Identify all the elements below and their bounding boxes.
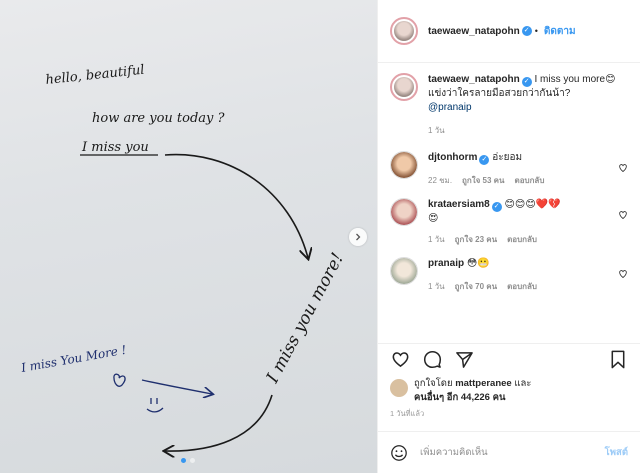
handwriting-line-2: how are you today ?	[92, 111, 226, 126]
comment-item: djtonhorm ✓ อ่ะยอม 22 ชม. ถูกใจ 53 คน ตอบ…	[390, 151, 628, 188]
like-comment-heart-icon[interactable]	[618, 269, 628, 279]
liker-avatar[interactable]	[390, 379, 408, 397]
commenter-avatar[interactable]	[390, 257, 418, 285]
comment-username[interactable]: krataersiam8	[428, 199, 490, 210]
comment-age: 22 ชม.	[428, 176, 453, 185]
caption-age: 1 วัน	[428, 126, 445, 135]
owner-avatar[interactable]	[390, 17, 418, 45]
post-timestamp: 1 วันที่แล้ว	[390, 409, 425, 418]
bookmark-icon	[611, 350, 625, 369]
like-comment-heart-icon[interactable]	[618, 163, 628, 173]
emoji-icon[interactable]	[390, 444, 408, 462]
comment-likes[interactable]: ถูกใจ 53 คน	[462, 174, 504, 188]
reply-button[interactable]: ตอบกลับ	[507, 233, 537, 247]
like-button[interactable]	[390, 350, 410, 370]
comment-text: 😳😬	[466, 258, 490, 269]
smiley-doodle	[146, 398, 164, 413]
handwriting-drawing: hello, beautiful how are you today ? I m…	[19, 63, 348, 473]
caption-text-thai: แข่งว่าใครลายมือสวยกว่ากันน้า?	[428, 88, 571, 99]
arrow-stroke-2	[165, 394, 273, 451]
caption-mention[interactable]: @pranaip	[428, 102, 472, 113]
post-comment-button[interactable]: โพสต์	[605, 445, 628, 460]
post-media[interactable]: hello, beautiful how are you today ? I m…	[0, 0, 377, 473]
paper-plane-icon	[455, 352, 473, 368]
liker-username[interactable]: mattperanee	[455, 378, 512, 389]
heart-icon	[392, 352, 408, 368]
likes-others-link[interactable]: คนอื่นๆ อีก 44,226 คน	[414, 392, 505, 403]
next-image-button[interactable]	[349, 228, 367, 246]
likes-prefix: ถูกใจโดย	[414, 378, 453, 389]
verified-icon: ✓	[521, 77, 532, 87]
caption-username[interactable]: taewaew_natapohn	[428, 74, 520, 85]
like-comment-heart-icon[interactable]	[618, 210, 628, 220]
commenter-avatar[interactable]	[390, 151, 418, 179]
add-comment-bar: เพิ่มความคิดเห็น โพสต์	[378, 431, 640, 473]
carousel-dots	[181, 458, 195, 463]
verified-icon: ✓	[491, 202, 502, 212]
comment-username[interactable]: djtonhorm	[428, 152, 477, 163]
comments-list: taewaew_natapohn ✓ I miss you more😊แข่งว่…	[378, 63, 640, 343]
chevron-right-icon	[356, 233, 361, 241]
commenter-avatar[interactable]	[390, 198, 418, 226]
post-panel: taewaew_natapohn ✓ • ติดตาม taewaew_nata…	[377, 0, 640, 473]
handwriting-line-3: I miss you	[81, 140, 149, 155]
comment-item: pranaip 😳😬 1 วัน ถูกใจ 70 คน ตอบกลับ	[390, 257, 628, 294]
comment-username[interactable]: pranaip	[428, 258, 464, 269]
action-bar	[378, 343, 640, 375]
verified-icon: ✓	[479, 155, 490, 165]
comment-input[interactable]: เพิ่มความคิดเห็น	[408, 445, 605, 460]
handwriting-line-5: I miss You More !	[19, 343, 128, 375]
comment-bubble-icon	[423, 350, 441, 369]
share-button[interactable]	[454, 350, 474, 370]
handwriting-line-1: hello, beautiful	[45, 63, 145, 88]
heart-doodle	[113, 373, 126, 387]
comment-text-line2: 😍	[428, 213, 439, 224]
comment-button[interactable]	[422, 350, 442, 370]
arrow-stroke-3	[141, 379, 212, 394]
post-header: taewaew_natapohn ✓ • ติดตาม	[378, 0, 640, 63]
caption: taewaew_natapohn ✓ I miss you more😊 แข่งว่…	[390, 73, 628, 138]
comment-likes[interactable]: ถูกใจ 23 คน	[455, 233, 497, 247]
comment-likes[interactable]: ถูกใจ 70 คน	[455, 280, 497, 294]
caption-text: I miss you more	[534, 74, 606, 85]
likes-and: และ	[514, 378, 532, 389]
comment-age: 1 วัน	[428, 282, 445, 291]
carousel-dot	[190, 458, 195, 463]
comment-text: 😊😊😊❤️💔	[504, 199, 561, 210]
reply-button[interactable]: ตอบกลับ	[507, 280, 537, 294]
likes-summary: ถูกใจโดย mattperanee และ คนอื่นๆ อีก 44,…	[390, 377, 628, 405]
caption-avatar[interactable]	[390, 73, 418, 101]
verified-icon: ✓	[521, 26, 532, 36]
comment-item: krataersiam8 ✓ 😊😊😊❤️💔 😍 1 วัน ถูกใจ 23 คน…	[390, 198, 628, 247]
save-button[interactable]	[608, 350, 628, 370]
caption-emoji: 😊	[605, 74, 616, 85]
reply-button[interactable]: ตอบกลับ	[515, 174, 545, 188]
handwriting-line-4: I miss you more!	[262, 250, 348, 387]
owner-username[interactable]: taewaew_natapohn	[428, 26, 520, 37]
comment-age: 1 วัน	[428, 235, 445, 244]
arrow-stroke-1	[164, 153, 308, 258]
carousel-dot-active	[181, 458, 186, 463]
follow-button[interactable]: ติดตาม	[544, 24, 576, 39]
comment-text: อ่ะยอม	[492, 152, 523, 163]
